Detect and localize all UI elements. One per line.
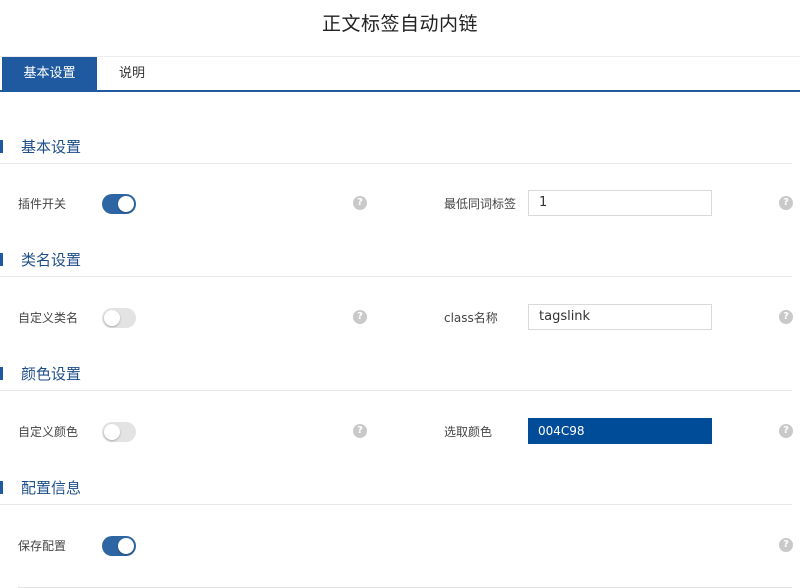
help-icon[interactable]: ? xyxy=(779,310,793,324)
plugin-switch-label: 插件开关 xyxy=(18,197,67,211)
section-marker xyxy=(0,481,3,494)
help-icon[interactable]: ? xyxy=(353,310,367,324)
page-title: 正文标签自动内链 xyxy=(321,13,478,35)
custom-color-label: 自定义颜色 xyxy=(18,425,79,439)
min-same-word-tags-input[interactable]: 1 xyxy=(528,190,712,216)
custom-class-label: 自定义类名 xyxy=(18,311,79,325)
toggle-knob xyxy=(118,196,134,212)
section-title: 基本设置 xyxy=(21,138,82,156)
custom-class-toggle[interactable] xyxy=(102,308,136,328)
custom-color-toggle[interactable] xyxy=(102,422,136,442)
toggle-knob xyxy=(104,310,120,326)
section-divider xyxy=(0,390,792,391)
help-icon[interactable]: ? xyxy=(779,196,793,210)
help-icon[interactable]: ? xyxy=(779,424,793,438)
tab-basic-settings[interactable]: 基本设置 xyxy=(2,57,97,91)
section-title: 配置信息 xyxy=(21,479,82,497)
section-marker xyxy=(0,367,3,380)
color-picker-input[interactable]: 004C98 xyxy=(528,418,712,444)
toggle-knob xyxy=(118,538,134,554)
class-name-label: class名称 xyxy=(444,311,498,325)
section-title: 类名设置 xyxy=(21,251,82,269)
section-marker xyxy=(0,253,3,266)
section-divider xyxy=(0,504,792,505)
section-divider xyxy=(0,276,792,277)
tab-bar: 基本设置 说明 xyxy=(0,57,800,92)
toggle-knob xyxy=(104,424,120,440)
help-icon[interactable]: ? xyxy=(779,538,793,552)
help-icon[interactable]: ? xyxy=(353,424,367,438)
tab-instructions[interactable]: 说明 xyxy=(97,57,167,91)
section-divider xyxy=(0,163,792,164)
section-title: 颜色设置 xyxy=(21,365,82,383)
min-same-word-tags-label: 最低同词标签 xyxy=(444,197,517,211)
help-icon[interactable]: ? xyxy=(353,196,367,210)
section-marker xyxy=(0,140,3,153)
pick-color-label: 选取颜色 xyxy=(444,425,493,439)
save-config-toggle[interactable] xyxy=(102,536,136,556)
save-config-label: 保存配置 xyxy=(18,539,67,553)
class-name-input[interactable]: tagslink xyxy=(528,304,712,330)
plugin-switch-toggle[interactable] xyxy=(102,194,136,214)
